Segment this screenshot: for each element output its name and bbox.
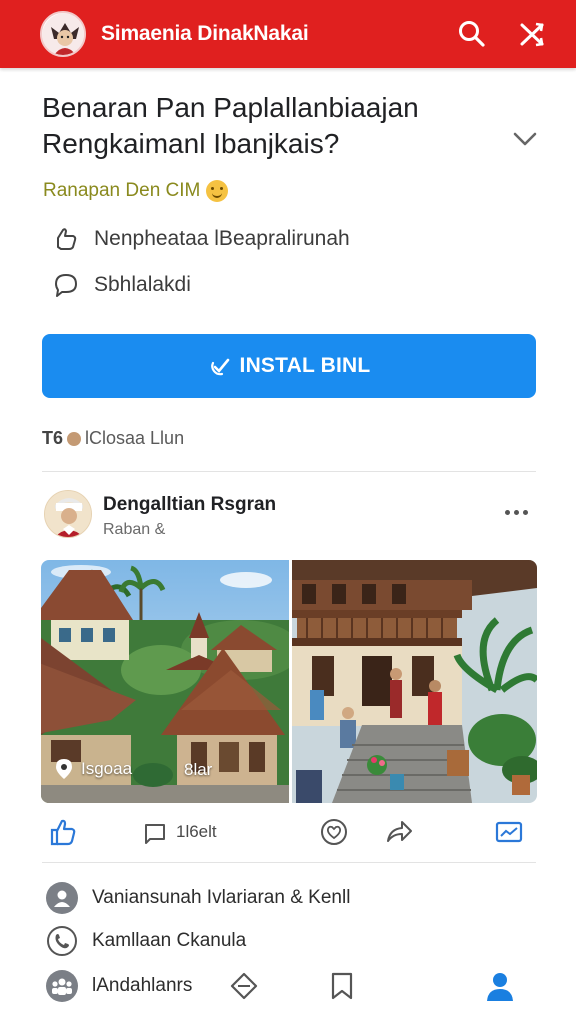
avatar[interactable] xyxy=(44,490,92,538)
question-title: Benaran Pan Paplallanbiaajan Rengkaimanl… xyxy=(42,92,419,159)
share-count-button[interactable]: 1l6elt xyxy=(142,816,217,848)
list-item[interactable]: Kamllaan Ckanula xyxy=(46,925,246,957)
divider xyxy=(42,862,536,863)
post-author[interactable]: Dengalltian Rsgran xyxy=(103,494,276,516)
stats-label: lClosaa Llun xyxy=(85,428,185,448)
favorite-button[interactable] xyxy=(319,816,349,848)
app-title: Simaenia DinakNakai xyxy=(101,22,309,45)
bookmark-icon[interactable] xyxy=(324,968,360,1004)
info-row-like[interactable]: Nenpheataa lBeapralirunah xyxy=(52,225,350,253)
post-subtitle: Raban & xyxy=(103,521,166,538)
list-item-label: Kamllaan Ckanula xyxy=(92,930,247,951)
stats-row: T6 lClosaa Llun xyxy=(42,428,184,449)
bottom-group-item[interactable]: lAndahlanrs xyxy=(46,970,192,1002)
diamond-nav-icon[interactable] xyxy=(226,968,262,1004)
app-logo[interactable] xyxy=(40,11,86,57)
coin-icon xyxy=(67,431,82,446)
location-pin-icon xyxy=(56,759,72,779)
chevron-down-icon[interactable] xyxy=(508,124,542,154)
shuffle-close-icon[interactable] xyxy=(514,16,550,52)
user-icon xyxy=(46,882,78,914)
photo-gallery[interactable]: Isgoaa 8lar xyxy=(41,560,537,803)
stats-count: T6 xyxy=(42,428,64,448)
photo-village[interactable]: Isgoaa 8lar xyxy=(41,560,289,803)
photo-veranda[interactable] xyxy=(292,560,537,803)
phone-icon xyxy=(47,926,77,956)
search-icon[interactable] xyxy=(454,16,490,52)
more-options-icon[interactable] xyxy=(500,500,532,524)
info-row-comment[interactable]: Sbhlalakdi xyxy=(52,271,191,299)
share-button[interactable] xyxy=(384,816,414,848)
insights-button[interactable] xyxy=(494,816,524,848)
divider xyxy=(42,471,536,472)
info-row-like-label: Nenpheataa lBeapralirunah xyxy=(94,227,350,250)
info-row-comment-label: Sbhlalakdi xyxy=(94,273,191,296)
share-arrow-icon xyxy=(387,821,412,842)
profile-icon[interactable] xyxy=(482,968,518,1004)
bottom-label: lAndahlanrs xyxy=(92,975,193,996)
location-label: Isgoaa xyxy=(81,759,133,778)
heart-icon xyxy=(321,819,347,845)
chart-card-icon xyxy=(495,821,523,843)
comment-icon xyxy=(55,274,77,297)
answer-meta-text: Ranapan Den CIM xyxy=(43,180,201,201)
smile-emoji-icon xyxy=(206,180,229,202)
post-actions: 1l6elt xyxy=(42,812,536,852)
thumbs-up-icon xyxy=(50,819,76,846)
repost-icon xyxy=(145,824,165,844)
thumb-icon xyxy=(57,228,77,250)
location-tag[interactable]: Isgoaa xyxy=(55,758,132,780)
install-button-label: INSTAL BINL xyxy=(239,354,371,377)
list-item-label: Vaniansunah Ivlariaran & Kenll xyxy=(92,887,351,908)
location-extra: 8lar xyxy=(184,760,213,779)
answer-meta: Ranapan Den CIM xyxy=(43,180,229,202)
install-icon xyxy=(210,358,229,376)
app-header: Simaenia DinakNakai xyxy=(0,0,576,68)
like-button[interactable] xyxy=(48,816,78,848)
share-count-label: 1l6elt xyxy=(176,822,217,841)
install-button[interactable]: INSTAL BINL xyxy=(42,334,536,398)
list-item[interactable]: Vaniansunah Ivlariaran & Kenll xyxy=(46,882,350,914)
group-icon xyxy=(46,970,78,1002)
